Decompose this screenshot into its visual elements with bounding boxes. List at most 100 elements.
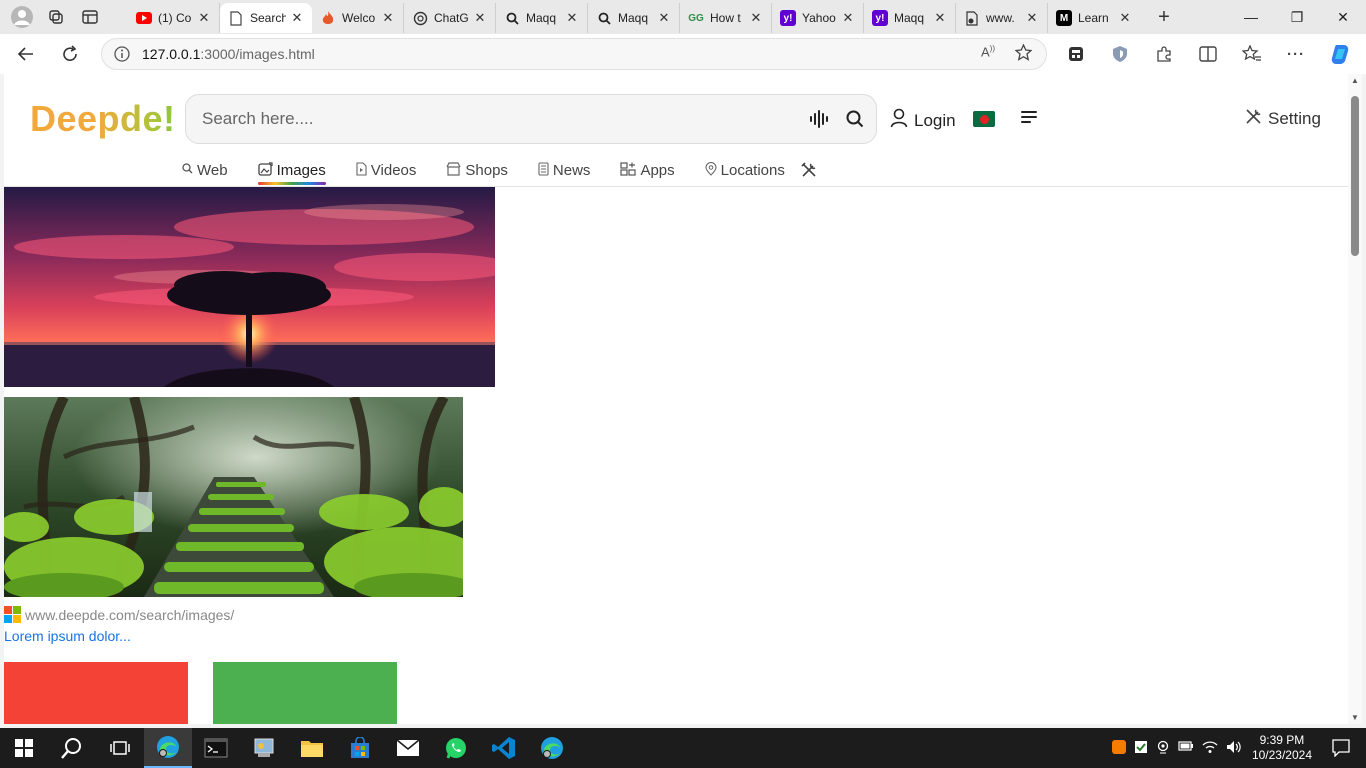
browser-tab[interactable]: Maqq ✕ [588,3,680,33]
tab-locations[interactable]: Locations [705,156,785,184]
close-icon[interactable]: ✕ [841,10,855,26]
close-icon[interactable]: ✕ [381,10,395,26]
close-icon[interactable]: ✕ [749,10,763,26]
edge-taskbar-icon[interactable] [144,728,192,768]
search-icon[interactable] [48,728,96,768]
search-icon[interactable] [840,110,870,128]
new-tab-button[interactable]: + [1144,6,1184,29]
read-aloud-icon[interactable]: A)) [981,44,995,64]
scrollbar-thumb[interactable] [1351,96,1359,256]
split-screen-icon[interactable] [1192,38,1224,70]
collections-icon[interactable] [1060,38,1092,70]
webcam-icon[interactable] [1156,740,1170,757]
terminal-icon[interactable] [192,728,240,768]
tab-actions-icon[interactable] [76,3,104,31]
more-options-icon[interactable]: ··· [1280,38,1312,70]
apps-icon [620,161,637,179]
mail-icon[interactable] [384,728,432,768]
browser-tab[interactable]: y! Maqq ✕ [864,3,956,33]
edge-dev-icon[interactable] [528,728,576,768]
site-info-icon[interactable] [102,46,142,62]
close-icon[interactable]: ✕ [290,10,304,26]
battery-icon[interactable] [1178,740,1194,757]
windows-start-icon[interactable] [0,728,48,768]
refresh-button[interactable] [52,38,88,70]
setting-button[interactable]: Setting [1245,108,1321,130]
volume-icon[interactable] [1226,740,1242,757]
tab-videos[interactable]: Videos [356,156,416,184]
close-icon[interactable]: ✕ [565,10,579,26]
image-result-placeholder-red[interactable] [4,662,188,724]
shield-icon[interactable] [1104,38,1136,70]
back-button[interactable] [8,38,44,70]
favorites-icon[interactable] [1236,38,1268,70]
task-view-icon[interactable] [96,728,144,768]
close-icon[interactable]: ✕ [197,10,211,26]
browser-tab[interactable]: M Learn ✕ [1048,3,1140,33]
search-icon [596,10,612,26]
file-explorer-icon[interactable] [288,728,336,768]
tab-web[interactable]: Web [182,156,228,184]
close-icon[interactable]: ✕ [1025,10,1039,26]
chatgpt-icon [412,10,428,26]
url-text[interactable]: 127.0.0.1:3000/images.html [142,46,981,62]
workspaces-icon[interactable] [42,3,70,31]
voice-search-icon[interactable] [804,110,834,128]
login-button[interactable]: Login [890,108,956,133]
tab-title: Maqq [894,11,925,25]
image-source[interactable]: www.deepde.com/search/images/ [4,606,234,623]
clock[interactable]: 9:39 PM 10/23/2024 [1252,733,1312,763]
browser-tab-active[interactable]: Search ✕ [220,3,312,33]
page-scrollbar[interactable]: ▲ ▼ [1348,74,1362,724]
close-icon[interactable]: ✕ [473,10,487,26]
yahoo-icon: y! [780,10,796,26]
image-result-placeholder-green[interactable] [213,662,397,724]
site-header: Deepde! Login Setting Web [4,74,1348,187]
favorite-star-icon[interactable] [1014,43,1033,64]
tab-title: Maqq [526,11,557,25]
browser-tab[interactable]: (1) Co ✕ [128,3,220,33]
scroll-up-icon[interactable]: ▲ [1351,76,1359,85]
tools-icon[interactable] [801,156,817,184]
microsoft-store-icon[interactable] [336,728,384,768]
image-title-link[interactable]: Lorem ipsum dolor... [4,628,131,644]
vscode-icon[interactable] [480,728,528,768]
whatsapp-icon[interactable] [432,728,480,768]
wifi-icon[interactable] [1202,740,1218,757]
browser-tab[interactable]: ChatG ✕ [404,3,496,33]
extensions-icon[interactable] [1148,38,1180,70]
copilot-icon[interactable] [1324,38,1356,70]
search-icon [504,10,520,26]
security-shield-icon[interactable] [1134,740,1148,757]
tab-label: Locations [720,161,785,179]
image-result-sunset-tree[interactable] [4,187,495,387]
browser-tab[interactable]: Maqq ✕ [496,3,588,33]
search-input[interactable] [186,109,804,129]
browser-tab[interactable]: www. ✕ [956,3,1048,33]
close-icon[interactable]: ✕ [1118,10,1132,26]
browser-tab[interactable]: y! Yahoo ✕ [772,3,864,33]
tab-images[interactable]: Images [257,156,326,185]
browser-tab[interactable]: Welco ✕ [312,3,404,33]
bangladesh-flag-icon[interactable] [973,111,995,127]
profile-icon[interactable] [8,3,36,31]
browser-tab[interactable]: GG How t ✕ [680,3,772,33]
notifications-icon[interactable] [1326,739,1356,757]
site-logo[interactable]: Deepde! [30,98,176,140]
tab-news[interactable]: News [538,156,590,184]
url-bar[interactable]: 127.0.0.1:3000/images.html A)) [101,38,1047,70]
restore-icon[interactable]: ❐ [1274,0,1320,34]
close-icon[interactable]: ✕ [657,10,671,26]
tab-apps[interactable]: Apps [620,156,675,184]
image-result-forest-steps[interactable] [4,397,463,597]
xampp-icon[interactable] [1111,739,1126,754]
menu-icon[interactable] [1020,110,1038,129]
minimize-icon[interactable]: — [1228,0,1274,34]
tab-label: Web [197,161,228,179]
control-panel-icon[interactable] [240,728,288,768]
search-bar [185,94,877,144]
close-icon[interactable]: ✕ [933,10,947,26]
tab-shops[interactable]: Shops [446,156,508,184]
scroll-down-icon[interactable]: ▼ [1351,713,1359,722]
window-close-icon[interactable]: ✕ [1320,0,1366,34]
